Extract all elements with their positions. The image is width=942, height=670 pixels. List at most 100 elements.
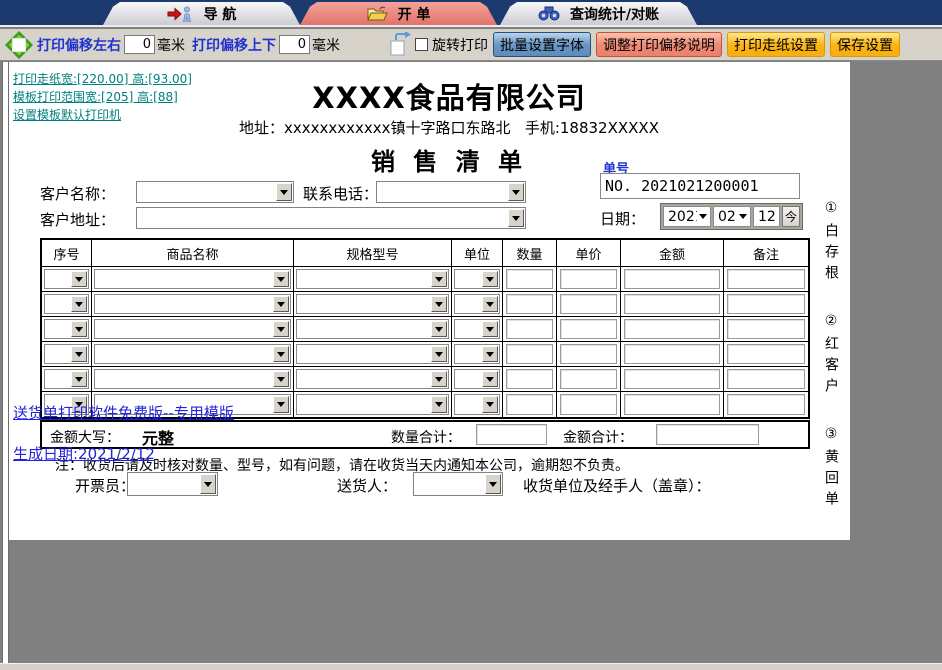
customer-addr-combo[interactable] (136, 207, 526, 229)
rotate-print-checkbox[interactable] (415, 38, 428, 51)
product-name-combo[interactable] (94, 319, 291, 339)
qty-input[interactable] (506, 294, 553, 314)
today-button[interactable]: 今 (782, 206, 800, 227)
phone-combo[interactable] (376, 181, 526, 203)
dropdown-arrow-icon[interactable] (200, 474, 216, 494)
dropdown-arrow-icon[interactable] (431, 371, 447, 387)
dropdown-arrow-icon[interactable] (697, 208, 709, 225)
amount-input[interactable] (624, 269, 720, 289)
dropdown-arrow-icon[interactable] (431, 271, 447, 287)
dropdown-arrow-icon[interactable] (482, 371, 498, 387)
dropdown-arrow-icon[interactable] (431, 321, 447, 337)
dropdown-arrow-icon[interactable] (482, 271, 498, 287)
spec-model-combo[interactable] (296, 319, 449, 339)
dropdown-arrow-icon[interactable] (482, 396, 498, 413)
note-input[interactable] (727, 369, 805, 389)
dropdown-arrow-icon[interactable] (508, 209, 524, 227)
seq-combo[interactable] (44, 344, 89, 364)
dropdown-arrow-icon[interactable] (273, 346, 289, 362)
note-input[interactable] (727, 269, 805, 289)
date-day-field[interactable]: 12 (753, 206, 780, 227)
seq-combo[interactable] (44, 369, 89, 389)
dropdown-arrow-icon[interactable] (273, 396, 289, 413)
dropdown-arrow-icon[interactable] (71, 321, 87, 337)
amount-total-input[interactable] (656, 424, 759, 445)
seq-combo[interactable] (44, 319, 89, 339)
product-name-combo[interactable] (94, 269, 291, 289)
save-settings-button[interactable]: 保存设置 (830, 32, 900, 57)
product-name-combo[interactable] (94, 294, 291, 314)
tab-query-stats[interactable]: 查询统计/对账 (500, 2, 697, 25)
dropdown-arrow-icon[interactable] (276, 183, 292, 201)
spec-model-combo[interactable] (296, 269, 449, 289)
dropdown-arrow-icon[interactable] (71, 271, 87, 287)
product-name-combo[interactable] (94, 344, 291, 364)
batch-font-button[interactable]: 批量设置字体 (493, 32, 591, 57)
price-input[interactable] (560, 369, 617, 389)
customer-name-combo[interactable] (136, 181, 294, 203)
dropdown-arrow-icon[interactable] (482, 346, 498, 362)
unit-combo[interactable] (454, 344, 500, 364)
dropdown-arrow-icon[interactable] (508, 183, 524, 201)
qty-input[interactable] (506, 394, 553, 415)
dropdown-arrow-icon[interactable] (431, 346, 447, 362)
price-input[interactable] (560, 344, 617, 364)
product-name-combo[interactable] (94, 369, 291, 389)
seq-combo[interactable] (44, 269, 89, 289)
dropdown-arrow-icon[interactable] (737, 208, 749, 225)
dropdown-arrow-icon[interactable] (482, 321, 498, 337)
qty-input[interactable] (506, 319, 553, 339)
qty-input[interactable] (506, 269, 553, 289)
dropdown-arrow-icon[interactable] (273, 321, 289, 337)
price-input[interactable] (560, 319, 617, 339)
note-input[interactable] (727, 294, 805, 314)
date-month-select[interactable]: 02 (713, 206, 751, 227)
note-input[interactable] (727, 344, 805, 364)
amount-input[interactable] (624, 394, 720, 415)
dropdown-arrow-icon[interactable] (431, 396, 447, 413)
dropdown-arrow-icon[interactable] (273, 271, 289, 287)
dropdown-arrow-icon[interactable] (431, 296, 447, 312)
unit-combo[interactable] (454, 294, 500, 314)
qty-total-input[interactable] (476, 424, 547, 445)
dropdown-arrow-icon[interactable] (482, 296, 498, 312)
spec-model-combo[interactable] (296, 394, 449, 415)
tab-navigation[interactable]: 导 航 (103, 2, 300, 25)
spec-model-combo[interactable] (296, 344, 449, 364)
dropdown-arrow-icon[interactable] (485, 474, 501, 494)
price-input[interactable] (560, 269, 617, 289)
issuer-combo[interactable] (127, 472, 218, 496)
price-input[interactable] (560, 294, 617, 314)
template-version-link[interactable]: 送货单打印软件免费版--专用模版 (13, 402, 234, 423)
amount-input[interactable] (624, 294, 720, 314)
paper-feed-settings-button[interactable]: 打印走纸设置 (727, 32, 825, 57)
unit-combo[interactable] (454, 394, 500, 415)
unit-combo[interactable] (454, 369, 500, 389)
note-input[interactable] (727, 394, 805, 415)
order-no-input[interactable]: NO. 2021021200001 (600, 173, 800, 199)
unit-combo[interactable] (454, 269, 500, 289)
note-input[interactable] (727, 319, 805, 339)
seq-combo[interactable] (44, 294, 89, 314)
deliverer-combo[interactable] (413, 472, 503, 496)
tab-billing[interactable]: 开 单 (300, 2, 497, 25)
dropdown-arrow-icon[interactable] (273, 296, 289, 312)
qty-input[interactable] (506, 344, 553, 364)
date-year-select[interactable]: 2021 (663, 206, 711, 227)
amount-input[interactable] (624, 319, 720, 339)
unit-combo[interactable] (454, 319, 500, 339)
offset-ud-input[interactable] (279, 35, 310, 54)
amount-input[interactable] (624, 369, 720, 389)
dropdown-arrow-icon[interactable] (273, 371, 289, 387)
amount-input[interactable] (624, 344, 720, 364)
dropdown-arrow-icon[interactable] (71, 346, 87, 362)
dropdown-arrow-icon[interactable] (71, 371, 87, 387)
adjust-offset-help-button[interactable]: 调整打印偏移说明 (596, 32, 722, 57)
generated-date-link[interactable]: 生成日期:2021/2/12 (13, 443, 155, 464)
spec-model-combo[interactable] (296, 294, 449, 314)
dropdown-arrow-icon[interactable] (71, 296, 87, 312)
qty-input[interactable] (506, 369, 553, 389)
spec-model-combo[interactable] (296, 369, 449, 389)
price-input[interactable] (560, 394, 617, 415)
offset-lr-input[interactable] (124, 35, 155, 54)
